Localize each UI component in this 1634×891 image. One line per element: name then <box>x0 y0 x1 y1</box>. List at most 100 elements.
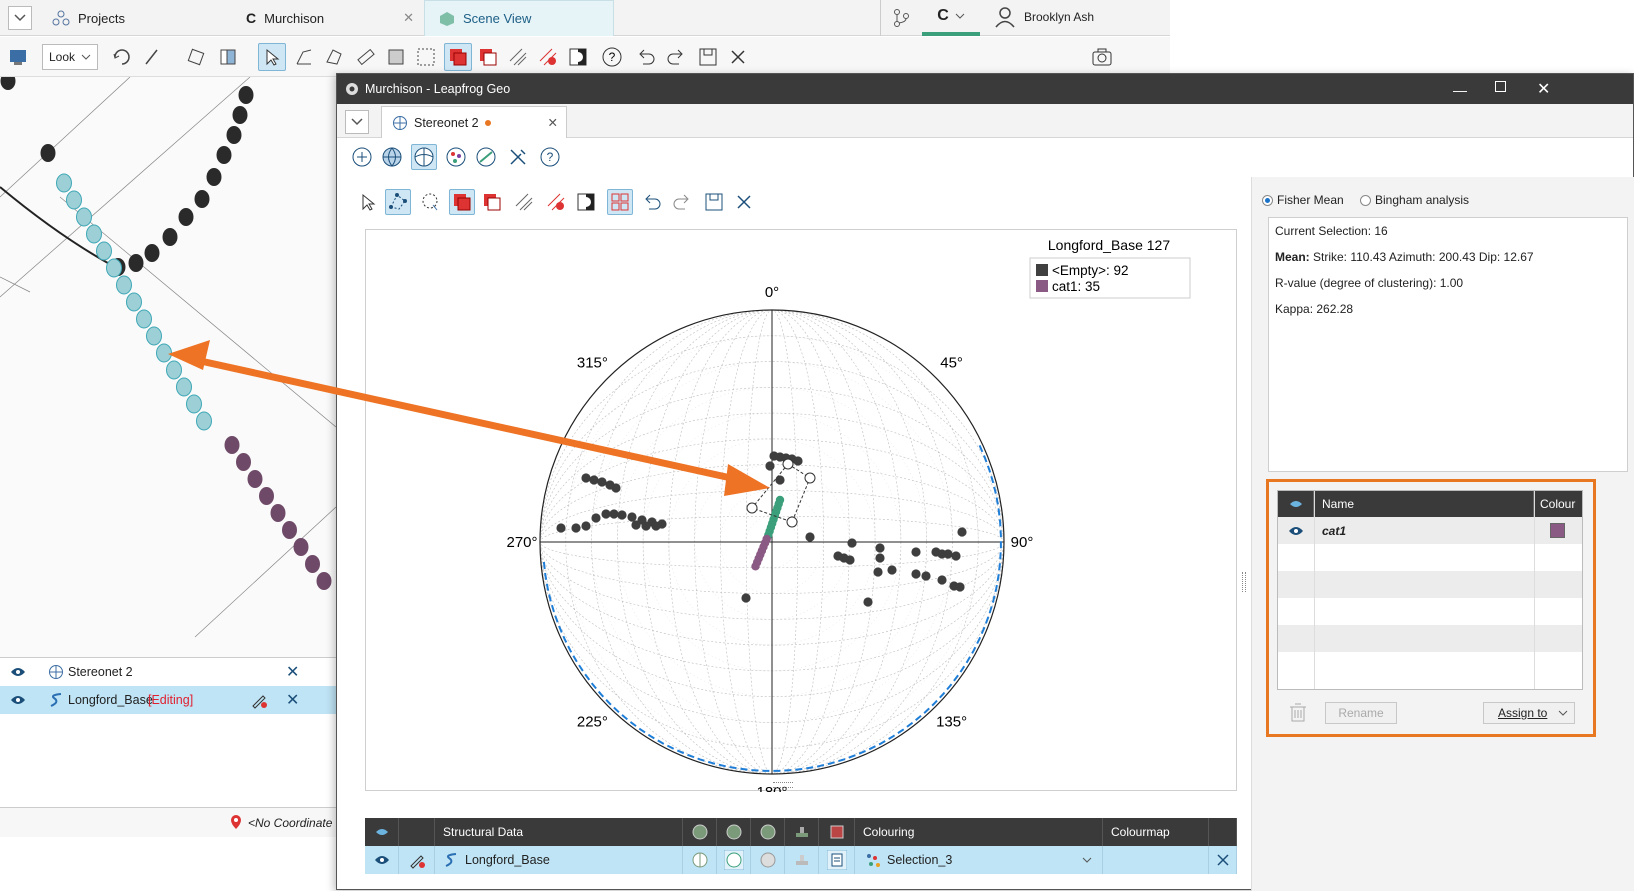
eye-icon[interactable] <box>10 694 26 706</box>
pole-point[interactable] <box>589 475 599 485</box>
tab-murchison[interactable]: C Murchison ✕ <box>246 0 422 36</box>
scene-point[interactable] <box>282 521 297 539</box>
select-remove-icon[interactable] <box>474 43 502 71</box>
scene-point[interactable] <box>194 190 210 208</box>
tab-list-dropdown[interactable] <box>8 6 32 30</box>
grid-select-icon[interactable] <box>607 189 633 215</box>
scene-settings-icon[interactable] <box>4 43 32 71</box>
redo-icon[interactable] <box>662 43 690 71</box>
clear-selection-icon[interactable] <box>543 189 569 215</box>
save-icon[interactable] <box>701 189 727 215</box>
ruler-icon[interactable] <box>352 43 380 71</box>
pole-point[interactable] <box>581 521 591 531</box>
tree-item-longford-base[interactable]: Longford_Base [Editing] ✕ <box>0 686 336 714</box>
undo-icon[interactable] <box>632 43 660 71</box>
scene-point[interactable] <box>293 538 309 556</box>
pole-point[interactable] <box>601 509 611 519</box>
row-structural-data[interactable]: Longford_Base <box>435 846 683 874</box>
pole-point[interactable] <box>556 523 566 533</box>
scene-point[interactable] <box>270 504 286 522</box>
row-table-button[interactable] <box>819 846 855 874</box>
scene-point[interactable] <box>66 190 82 210</box>
scene-point[interactable] <box>259 487 274 505</box>
help-icon[interactable]: ? <box>598 43 626 71</box>
scene-canvas[interactable] <box>0 77 336 657</box>
scene-view-3d[interactable] <box>0 77 336 657</box>
pole-point[interactable] <box>937 575 947 585</box>
splitter-handle[interactable] <box>1242 572 1246 592</box>
selection-polygon[interactable] <box>751 463 811 523</box>
pole-point[interactable] <box>741 593 751 603</box>
select-add-icon[interactable] <box>449 189 475 215</box>
panel-icon[interactable] <box>214 43 242 71</box>
scene-point[interactable] <box>76 207 92 227</box>
pole-point[interactable] <box>951 551 961 561</box>
close-icon[interactable]: ✕ <box>548 115 558 130</box>
tools-icon[interactable] <box>505 144 531 170</box>
assign-to-button[interactable]: Assign to <box>1483 702 1575 724</box>
pole-point[interactable] <box>875 553 885 563</box>
hatch-icon[interactable] <box>511 189 537 215</box>
pole-point[interactable] <box>617 510 627 520</box>
bingham-radio[interactable]: Bingham analysis <box>1360 193 1469 207</box>
scene-point[interactable] <box>128 254 144 272</box>
row-planes-toggle[interactable] <box>683 846 717 874</box>
tab-stereonet-2[interactable]: Stereonet 2 ✕ <box>381 106 567 138</box>
delete-icon[interactable] <box>1289 702 1307 725</box>
hatch-icon[interactable] <box>504 43 532 71</box>
undo-icon[interactable] <box>639 189 665 215</box>
pole-point[interactable] <box>591 513 601 523</box>
scene-point[interactable] <box>186 394 202 414</box>
density-icon[interactable] <box>443 144 469 170</box>
scene-point[interactable] <box>126 292 142 312</box>
scene-point[interactable] <box>86 224 102 244</box>
pole-point[interactable] <box>631 520 641 530</box>
pole-point[interactable] <box>847 538 857 548</box>
scene-point[interactable] <box>56 173 72 193</box>
pole-point[interactable] <box>911 547 921 557</box>
scene-point[interactable] <box>236 453 251 471</box>
pole-point[interactable] <box>921 571 931 581</box>
account-menu[interactable]: C <box>922 0 980 36</box>
scene-point[interactable] <box>116 275 132 295</box>
slice-icon[interactable] <box>182 43 210 71</box>
close-icon[interactable]: ✕ <box>286 690 299 710</box>
row-remove-button[interactable] <box>1209 846 1237 874</box>
polygon-select-icon[interactable] <box>385 189 411 215</box>
close-icon[interactable]: ✕ <box>403 10 414 26</box>
invert-selection-icon[interactable] <box>573 189 599 215</box>
select-tool-icon[interactable] <box>355 189 381 215</box>
maximize-icon[interactable] <box>1495 81 1506 92</box>
scene-point[interactable] <box>146 326 162 346</box>
clip-icon[interactable] <box>382 43 410 71</box>
close-icon[interactable]: ✕ <box>286 662 299 682</box>
scene-point[interactable] <box>224 436 240 454</box>
rename-button[interactable]: Rename <box>1325 702 1397 724</box>
scene-point[interactable] <box>178 208 194 226</box>
look-dropdown[interactable]: Look <box>42 44 98 70</box>
pole-point[interactable] <box>911 569 921 579</box>
eye-icon[interactable] <box>10 666 26 678</box>
row-stack-toggle[interactable] <box>785 846 819 874</box>
scene-point[interactable] <box>196 411 212 431</box>
close-icon[interactable] <box>731 189 757 215</box>
tree-item-stereonet[interactable]: Stereonet 2 ✕ <box>0 658 336 686</box>
polygon-select-icon[interactable] <box>320 43 348 71</box>
rose-diagram-icon[interactable] <box>473 144 499 170</box>
user-profile[interactable]: Brooklyn Ash <box>994 6 1094 28</box>
pole-point[interactable] <box>751 562 760 571</box>
close-icon[interactable] <box>724 43 752 71</box>
clear-selection-icon[interactable] <box>534 43 562 71</box>
scene-point[interactable] <box>206 168 222 186</box>
pole-point[interactable] <box>863 597 873 607</box>
pole-point[interactable] <box>793 456 803 466</box>
scene-point[interactable] <box>316 572 332 590</box>
select-remove-icon[interactable] <box>479 189 505 215</box>
pole-point[interactable] <box>611 483 621 493</box>
pole-point[interactable] <box>581 473 591 483</box>
add-icon[interactable] <box>349 144 375 170</box>
row-colourmap[interactable] <box>1103 846 1209 874</box>
polyline-icon[interactable] <box>290 43 318 71</box>
scene-point[interactable] <box>247 470 263 488</box>
pole-point[interactable] <box>943 549 953 559</box>
